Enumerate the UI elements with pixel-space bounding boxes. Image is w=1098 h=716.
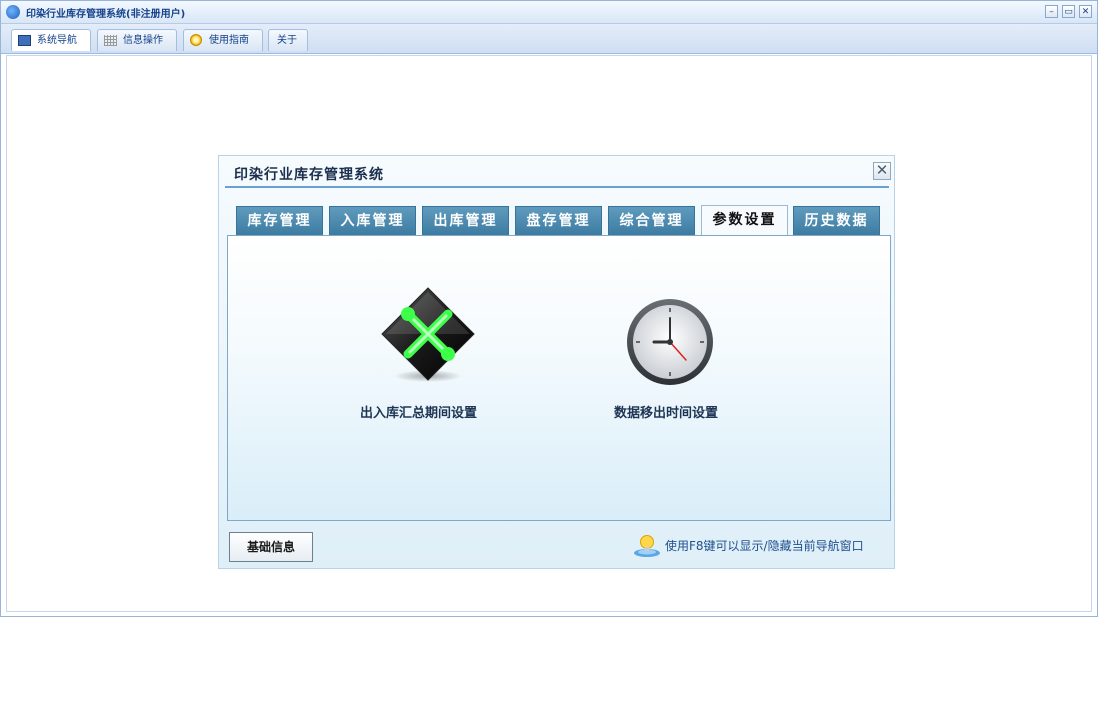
hint-text: 使用F8键可以显示/隐藏当前导航窗口 bbox=[665, 539, 864, 553]
app-logo-icon bbox=[6, 5, 20, 19]
window-title: 印染行业库存管理系统(非注册用户) bbox=[26, 9, 186, 20]
tab-label: 关于 bbox=[277, 35, 297, 46]
basic-info-button[interactable]: 基础信息 bbox=[229, 532, 313, 562]
tab-label: 系统导航 bbox=[37, 35, 77, 46]
nav-icon bbox=[18, 35, 31, 46]
title-bar: 印染行业库存管理系统(非注册用户) – ▭ ✕ bbox=[1, 1, 1097, 24]
close-icon[interactable]: ✕ bbox=[1079, 5, 1092, 18]
tab-stocktake[interactable]: 盘存管理 bbox=[515, 206, 602, 236]
item-period-settings-label[interactable]: 出入库汇总期间设置 bbox=[360, 402, 477, 421]
tab-system-nav[interactable]: 系统导航 bbox=[11, 29, 91, 51]
title-divider bbox=[225, 186, 889, 188]
dialog-title: 印染行业库存管理系统 bbox=[234, 167, 384, 183]
tab-stock-out[interactable]: 出库管理 bbox=[422, 206, 509, 236]
tab-history[interactable]: 历史数据 bbox=[793, 206, 880, 236]
nav-dialog: 印染行业库存管理系统 ✕ 库存管理 入库管理 出库管理 盘存管理 综合管理 参数… bbox=[218, 155, 895, 569]
help-icon bbox=[190, 34, 202, 46]
restore-icon[interactable]: ▭ bbox=[1062, 5, 1075, 18]
top-tab-strip: 系统导航 信息操作 使用指南 关于 bbox=[1, 24, 1097, 54]
tab-about[interactable]: 关于 bbox=[268, 29, 308, 51]
tab-general[interactable]: 综合管理 bbox=[608, 206, 695, 236]
lightbulb-icon bbox=[634, 535, 660, 557]
f8-hint: 使用F8键可以显示/隐藏当前导航窗口 bbox=[633, 534, 893, 557]
tab-parameters[interactable]: 参数设置 bbox=[701, 205, 788, 236]
tab-inventory[interactable]: 库存管理 bbox=[236, 206, 323, 236]
tab-label: 使用指南 bbox=[209, 35, 249, 46]
tab-user-guide[interactable]: 使用指南 bbox=[183, 29, 263, 51]
grid-icon bbox=[104, 35, 117, 46]
tab-panel: 出入库汇总期间设置 数据移出时间设置 bbox=[227, 235, 891, 521]
tools-icon[interactable] bbox=[378, 284, 478, 384]
minimize-icon[interactable]: – bbox=[1045, 5, 1058, 18]
tab-label: 信息操作 bbox=[123, 35, 163, 46]
tab-stock-in[interactable]: 入库管理 bbox=[329, 206, 416, 236]
item-data-move-settings-label[interactable]: 数据移出时间设置 bbox=[614, 402, 718, 421]
tab-info-ops[interactable]: 信息操作 bbox=[97, 29, 177, 51]
clock-icon[interactable] bbox=[624, 296, 716, 388]
close-icon[interactable]: ✕ bbox=[873, 162, 891, 180]
